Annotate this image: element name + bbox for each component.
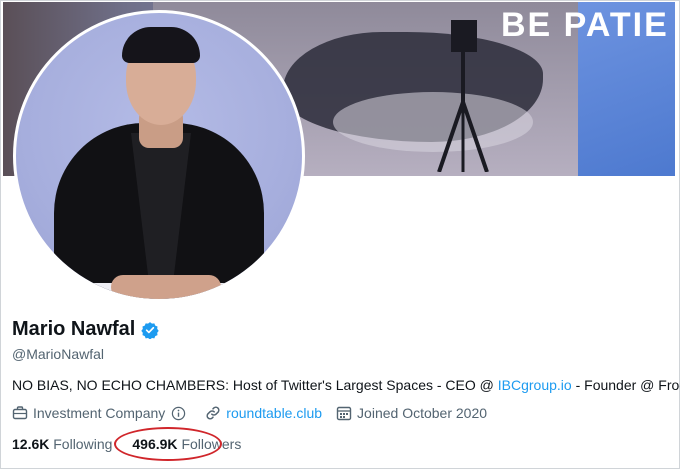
- bio-text-prefix: NO BIAS, NO ECHO CHAMBERS: Host of Twitt…: [12, 377, 498, 393]
- profile-name: Mario Nawfal: [12, 318, 136, 340]
- avatar-hair: [122, 27, 200, 63]
- profile-handle: @MarioNawfal: [12, 346, 105, 362]
- banner-camera-tripod: [437, 20, 489, 172]
- profile-bio: NO BIAS, NO ECHO CHAMBERS: Host of Twitt…: [12, 377, 680, 393]
- banner-text: BE PATIE: [501, 6, 669, 44]
- verified-badge-icon: [141, 321, 160, 339]
- bio-text-suffix: - Founder @ Froothie: [575, 377, 680, 393]
- following-count: 12.6K: [12, 436, 50, 452]
- avatar-hands: [111, 275, 221, 299]
- info-icon[interactable]: [171, 406, 186, 421]
- meta-joined: Joined October 2020: [336, 405, 487, 421]
- followers-highlight-annotation: [114, 427, 222, 461]
- calendar-icon: [336, 406, 352, 421]
- profile-name-row: Mario Nawfal: [12, 318, 160, 341]
- following-label: Following: [53, 436, 113, 452]
- profile-avatar[interactable]: [13, 10, 305, 302]
- following-stat[interactable]: 12.6K Following: [12, 436, 112, 452]
- profile-meta: Investment Company roundtable.club Joine…: [12, 405, 501, 421]
- joined-date: Joined October 2020: [357, 405, 488, 421]
- link-icon: [206, 406, 220, 420]
- meta-category: Investment Company: [12, 405, 191, 421]
- website-link[interactable]: roundtable.club: [226, 405, 322, 421]
- meta-website[interactable]: roundtable.club: [205, 405, 322, 421]
- briefcase-icon: [12, 406, 28, 420]
- bio-link-ibcgroup[interactable]: IBCgroup.io: [498, 377, 572, 393]
- category-label: Investment Company: [33, 405, 166, 421]
